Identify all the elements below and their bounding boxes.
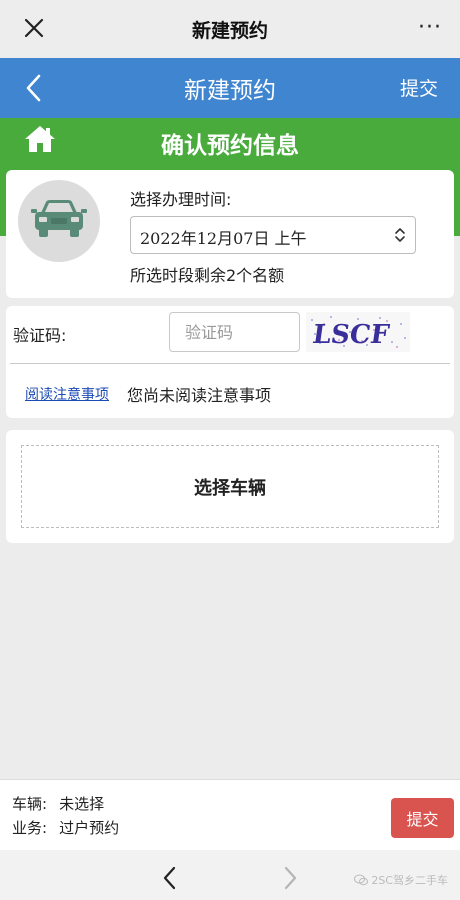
captcha-image[interactable]: LSCF — [306, 312, 410, 352]
time-select-value: 2022年12月07日 上午 — [140, 229, 307, 248]
captcha-card: 验证码: LSCF 阅读注意事项 您尚未阅读注意事项 — [6, 306, 454, 418]
page-title: 新建预约 — [184, 78, 276, 104]
divider — [10, 363, 450, 364]
header-submit-button[interactable]: 提交 — [400, 74, 438, 101]
submit-button[interactable]: 提交 — [391, 798, 454, 838]
chevron-up-down-icon — [395, 228, 405, 242]
car-icon — [31, 200, 87, 237]
chevron-right-icon[interactable] — [280, 866, 300, 890]
watermark: 2SC驾乡二手车 — [354, 872, 448, 888]
quota-text: 所选时段剩余2个名额 — [130, 266, 285, 285]
wechat-title: 新建预约 — [191, 19, 268, 42]
notice-status: 您尚未阅读注意事项 — [127, 386, 272, 405]
time-label: 选择办理时间: — [130, 190, 232, 209]
wechat-icon — [354, 874, 369, 886]
footer-vehicle-row: 车辆: 未选择 — [12, 793, 104, 814]
close-icon[interactable] — [20, 14, 48, 42]
section-title: 确认预约信息 — [161, 133, 299, 159]
footer-summary: 车辆: 未选择 业务: 过户预约 提交 — [0, 779, 460, 850]
captcha-text: LSCF — [311, 319, 392, 350]
wechat-title-bar: 新建预约 ··· — [0, 0, 460, 58]
read-notice-link[interactable]: 阅读注意事项 — [25, 384, 109, 404]
appointment-time-card: 选择办理时间: 2022年12月07日 上午 所选时段剩余2个名额 — [6, 170, 454, 298]
time-select[interactable]: 2022年12月07日 上午 — [130, 216, 416, 254]
select-vehicle-button[interactable]: 选择车辆 — [21, 445, 439, 528]
captcha-input[interactable] — [169, 312, 300, 352]
bottom-navigation: 2SC驾乡二手车 — [0, 850, 460, 900]
car-avatar — [18, 180, 100, 262]
back-button[interactable] — [20, 72, 48, 104]
footer-vehicle-value: 未选择 — [59, 795, 105, 813]
more-dots-icon[interactable]: ··· — [418, 17, 442, 39]
footer-business-row: 业务: 过户预约 — [12, 817, 119, 838]
watermark-text: 2SC驾乡二手车 — [371, 874, 448, 887]
chevron-left-icon[interactable] — [160, 866, 180, 890]
footer-vehicle-label: 车辆: — [12, 795, 48, 813]
captcha-label: 验证码: — [13, 326, 67, 345]
vehicle-card: 选择车辆 — [6, 430, 454, 543]
app-header: 新建预约 提交 — [0, 58, 460, 118]
footer-business-label: 业务: — [12, 819, 48, 837]
footer-business-value: 过户预约 — [59, 819, 120, 837]
select-vehicle-label: 选择车辆 — [194, 477, 266, 499]
